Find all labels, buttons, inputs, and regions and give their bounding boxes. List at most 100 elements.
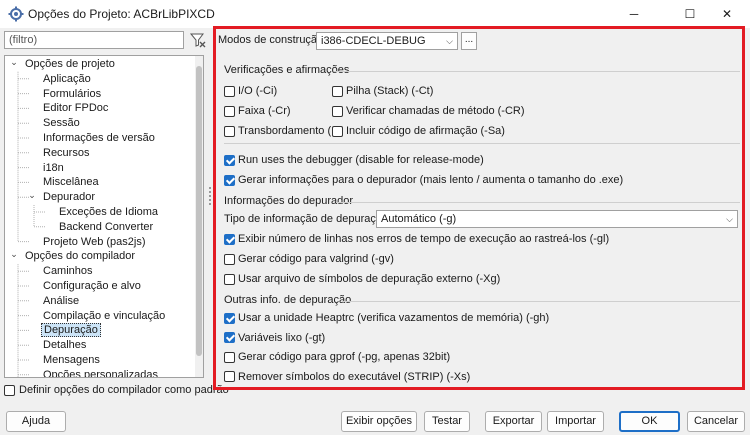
tree-item-label: Mensagens: [43, 354, 100, 366]
check-option[interactable]: Incluir código de afirmação (-Sa): [332, 125, 505, 137]
tree-scrollbar[interactable]: [195, 56, 203, 377]
options-tree[interactable]: Opções de projeto ⌄ Aplicação Formulários Ed…: [4, 55, 204, 378]
option-label: Remover símbolos do executável (STRIP) (…: [238, 370, 471, 383]
close-button[interactable]: ✕: [704, 0, 750, 28]
set-default-compiler-options[interactable]: Definir opções do compilador como padrão: [4, 384, 229, 396]
option-label: Variáveis lixo (-gt): [238, 331, 326, 344]
tree-item[interactable]: Depuração: [41, 323, 101, 338]
panel-splitter[interactable]: [208, 185, 212, 215]
tree-item[interactable]: Sessão: [41, 116, 82, 130]
ok-button[interactable]: OK: [619, 411, 680, 432]
tree-item[interactable]: Opções de projeto: [23, 57, 117, 71]
tree-item[interactable]: Caminhos: [41, 264, 95, 278]
other-debug-group-title: Outras info. de depuração: [224, 294, 352, 306]
tree-item[interactable]: Miscelânea: [41, 175, 101, 189]
cancel-button[interactable]: Cancelar: [687, 411, 745, 432]
check-option[interactable]: I/O (-Ci): [224, 85, 277, 97]
tree-item[interactable]: Aplicação: [41, 72, 93, 86]
option-checkbox[interactable]: [332, 125, 343, 137]
tree-item[interactable]: Projeto Web (pas2js): [41, 235, 148, 249]
check-option[interactable]: Faixa (-Cr): [224, 105, 291, 117]
tree-item[interactable]: Configuração e alvo: [41, 279, 143, 293]
export-button[interactable]: Exportar: [485, 411, 542, 432]
option-checkbox[interactable]: [224, 233, 235, 245]
chevron-down-icon: ⌵: [446, 36, 453, 46]
option-label: Gerar código para valgrind (-gv): [238, 253, 394, 265]
check-option[interactable]: Usar arquivo de símbolos de depuração ex…: [224, 273, 500, 285]
option-checkbox[interactable]: [224, 253, 235, 265]
tree-item[interactable]: Editor FPDoc: [41, 101, 110, 115]
tree-item-label: Compilação e vinculação: [43, 309, 166, 322]
run-debugger-label: Run uses the debugger (disable for relea…: [238, 154, 484, 166]
option-checkbox[interactable]: [332, 85, 343, 97]
test-button[interactable]: Testar: [424, 411, 470, 432]
option-checkbox[interactable]: [224, 273, 235, 285]
tree-item-label: Recursos: [43, 146, 90, 159]
tree-item[interactable]: Análise: [41, 294, 81, 308]
option-checkbox[interactable]: [224, 125, 235, 137]
tree-item[interactable]: Formulários: [41, 87, 103, 101]
debug-type-value: Automático (-g): [381, 213, 457, 225]
tree-item-label: Caminhos: [43, 265, 93, 278]
option-checkbox[interactable]: [224, 105, 235, 117]
filter-input[interactable]: (filtro): [4, 31, 184, 49]
group-divider: [334, 71, 740, 72]
tree-item[interactable]: i18n: [41, 161, 66, 175]
check-option[interactable]: Remover símbolos do executável (STRIP) (…: [224, 371, 470, 383]
scrollbar-thumb[interactable]: [196, 66, 202, 356]
tree-item-label: Backend Converter: [59, 220, 154, 233]
check-option[interactable]: Variáveis lixo (-gt): [224, 332, 325, 344]
option-checkbox[interactable]: [224, 371, 235, 382]
check-option[interactable]: Exibir número de linhas nos erros de tem…: [224, 233, 609, 245]
tree-item-label: Detalhes: [43, 339, 87, 352]
tree-item-label: Análise: [43, 294, 80, 307]
build-mode-select[interactable]: i386-CDECL-DEBUG ⌵: [316, 32, 458, 50]
tree-item-label: Projeto Web (pas2js): [43, 235, 146, 248]
tree-item[interactable]: Depurador: [41, 190, 97, 204]
check-option[interactable]: Gerar código para valgrind (-gv): [224, 253, 394, 265]
debug-type-select[interactable]: Automático (-g) ⌵: [376, 210, 738, 228]
tree-item[interactable]: Opções personalizadas: [41, 368, 160, 378]
minimize-icon: ─: [629, 7, 639, 21]
tree-item[interactable]: Compilação e vinculação: [41, 309, 167, 323]
tree-item[interactable]: Mensagens: [41, 353, 102, 367]
run-debugger-option[interactable]: Run uses the debugger (disable for relea…: [224, 154, 484, 166]
minimize-button[interactable]: ─: [611, 0, 657, 28]
option-checkbox[interactable]: [224, 312, 235, 324]
chevron-down-icon[interactable]: ⌄: [9, 57, 19, 68]
check-option[interactable]: Usar a unidade Heaptrc (verifica vazamen…: [224, 312, 549, 324]
tree-item-label: Opções personalizadas: [43, 368, 158, 378]
option-checkbox[interactable]: [224, 85, 235, 97]
option-label: Exibir número de linhas nos erros de tem…: [238, 233, 610, 245]
gen-debug-info-option[interactable]: Gerar informações para o depurador (mais…: [224, 174, 623, 186]
tree-item[interactable]: Detalhes: [41, 338, 88, 352]
check-option[interactable]: Pilha (Stack) (-Ct): [332, 85, 433, 97]
option-checkbox[interactable]: [332, 105, 343, 117]
tree-item[interactable]: Opções do compilador: [23, 249, 137, 263]
check-option[interactable]: Gerar código para gprof (-pg, apenas 32b…: [224, 351, 450, 363]
tree-item-label: Aplicação: [43, 72, 91, 85]
import-button[interactable]: Importar: [547, 411, 604, 432]
tree-item[interactable]: Informações de versão: [41, 131, 157, 145]
filter-clear-icon[interactable]: [189, 31, 207, 49]
option-checkbox[interactable]: [224, 351, 235, 363]
check-option[interactable]: Transbordamento (Ov: [224, 125, 331, 137]
close-icon: ✕: [721, 7, 733, 21]
tree-item[interactable]: Exceções de Idioma: [57, 205, 160, 219]
tree-item[interactable]: Recursos: [41, 146, 91, 160]
tree-item-label: Editor FPDoc: [43, 102, 109, 115]
set-default-checkbox[interactable]: [4, 384, 15, 396]
show-options-button[interactable]: Exibir opções: [341, 411, 417, 432]
option-checkbox[interactable]: [224, 332, 235, 343]
check-option[interactable]: Verificar chamadas de método (-CR): [332, 105, 525, 117]
tree-item[interactable]: Backend Converter: [57, 220, 155, 234]
gen-debug-info-checkbox[interactable]: [224, 174, 235, 186]
group-divider: [336, 202, 740, 203]
chevron-down-icon[interactable]: ⌄: [9, 249, 19, 260]
tree-item-label: Configuração e alvo: [43, 280, 141, 292]
chevron-down-icon[interactable]: ⌄: [27, 190, 37, 201]
build-mode-more-button[interactable]: ...: [461, 32, 477, 50]
run-debugger-checkbox[interactable]: [224, 154, 235, 166]
maximize-icon: ☐: [684, 7, 696, 21]
help-button[interactable]: Ajuda: [6, 411, 66, 432]
